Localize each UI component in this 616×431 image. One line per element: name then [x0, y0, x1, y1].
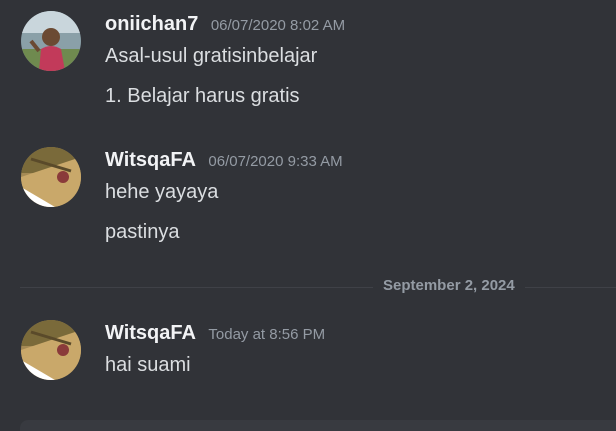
- avatar[interactable]: [21, 320, 81, 380]
- date-divider-line: [20, 287, 616, 288]
- avatar[interactable]: [21, 11, 81, 71]
- message-header: WitsqaFA Today at 8:56 PM: [105, 322, 325, 345]
- landscape-photo-icon: [21, 320, 81, 380]
- avatar[interactable]: [21, 147, 81, 207]
- date-divider-label: September 2, 2024: [373, 277, 525, 294]
- landscape-photo-icon: [21, 147, 81, 207]
- username[interactable]: WitsqaFA: [105, 149, 196, 171]
- message-text: hehe yayaya: [105, 181, 219, 203]
- person-photo-icon: [21, 11, 81, 71]
- message-text: hai suami: [105, 354, 191, 376]
- message-text: 1. Belajar harus gratis: [105, 85, 300, 107]
- message-text: Asal-usul gratisinbelajar: [105, 45, 318, 67]
- timestamp[interactable]: Today at 8:56 PM: [208, 326, 325, 343]
- username[interactable]: oniichan7: [105, 13, 198, 35]
- message-header: WitsqaFA 06/07/2020 9:33 AM: [105, 149, 343, 172]
- timestamp[interactable]: 06/07/2020 8:02 AM: [211, 17, 345, 34]
- message-input-box[interactable]: [20, 420, 616, 431]
- message-header: oniichan7 06/07/2020 8:02 AM: [105, 13, 345, 36]
- timestamp[interactable]: 06/07/2020 9:33 AM: [208, 153, 342, 170]
- message-text: pastinya: [105, 221, 180, 243]
- username[interactable]: WitsqaFA: [105, 322, 196, 344]
